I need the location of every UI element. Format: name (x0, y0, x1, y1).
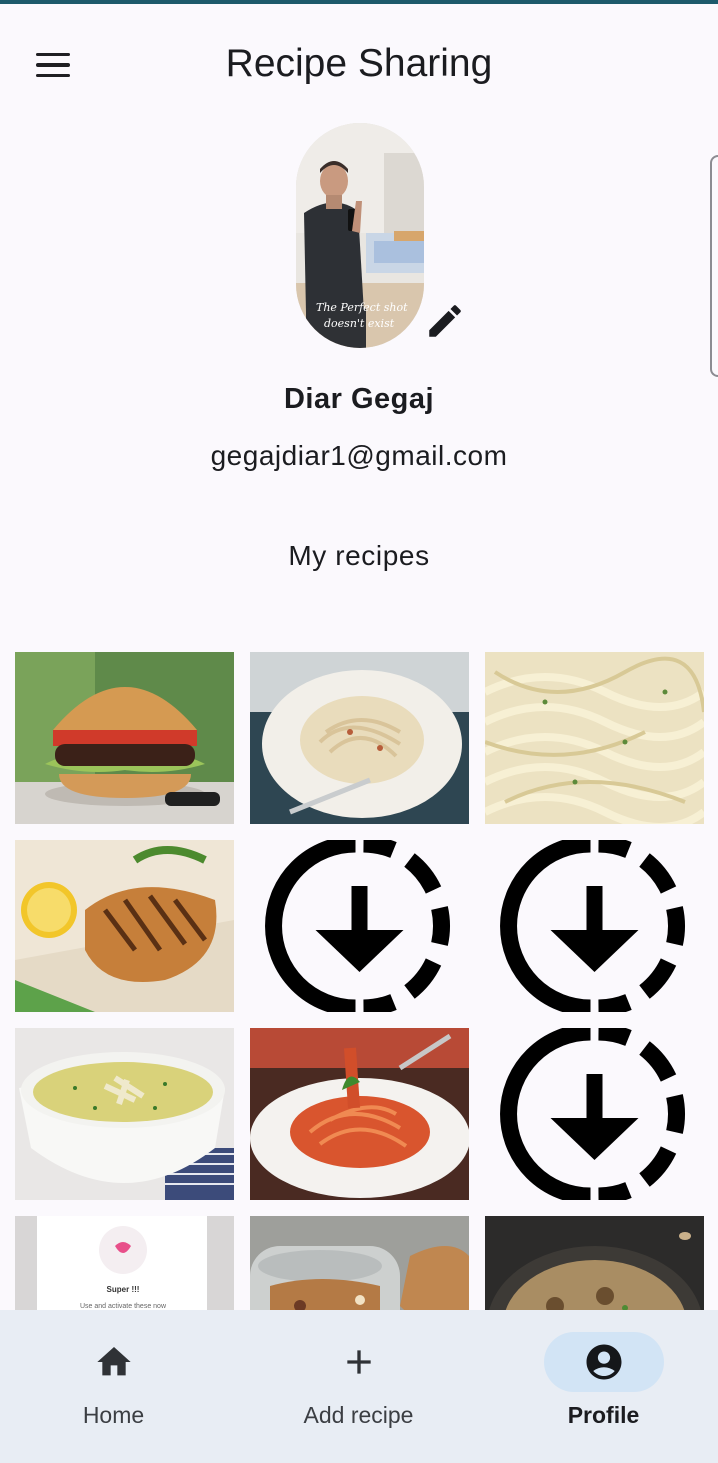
recipe-tile-spaghetti-tomato[interactable] (250, 1028, 469, 1200)
profile-avatar-container: The Perfect shot doesn't exist (296, 123, 424, 348)
recipe-tile-burger[interactable] (15, 652, 234, 824)
account-circle-icon (586, 1344, 621, 1380)
recipe-tile-download-placeholder[interactable] (485, 840, 704, 1012)
recipe-tile-app-screenshot[interactable]: Super !!! Use and activate these now (15, 1216, 234, 1310)
preview-body-text: Use and activate these now (80, 1303, 167, 1310)
nav-item-add-recipe[interactable]: Add recipe (239, 1310, 478, 1463)
preview-title-text: Super !!! (107, 1285, 140, 1294)
nav-label-profile: Profile (567, 1402, 640, 1428)
svg-text:The Perfect shot: The Perfect shot (316, 301, 408, 314)
recipe-tile-fettuccine-pan[interactable] (485, 652, 704, 824)
nav-item-home[interactable]: Home (0, 1310, 233, 1463)
recipe-grid: Super !!! Use and activate these now (15, 652, 705, 1310)
avatar: The Perfect shot doesn't exist (296, 123, 424, 348)
nav-label-add-recipe: Add recipe (303, 1402, 414, 1428)
nav-indicator (299, 1332, 419, 1392)
home-icon (96, 1347, 131, 1376)
my-recipes-heading: My recipes (288, 540, 430, 571)
profile-name: Diar Gegaj (283, 383, 435, 415)
edit-icon[interactable] (424, 300, 466, 342)
nav-item-profile[interactable]: Profile (484, 1310, 718, 1463)
bottom-navigation: Home Add recipe Profile (0, 1310, 718, 1463)
app-bar: Recipe Sharing (0, 4, 718, 124)
recipe-tile-granola-jar[interactable] (250, 1216, 469, 1310)
recipe-tile-soup-bowl[interactable] (15, 1028, 234, 1200)
recipe-tile-download-placeholder[interactable] (485, 1028, 704, 1200)
nav-indicator-active (543, 1332, 664, 1392)
nav-indicator (54, 1332, 174, 1392)
drawer-edge-handle[interactable] (710, 155, 718, 377)
recipe-tile-mushroom-risotto[interactable] (485, 1216, 704, 1310)
add-icon (346, 1350, 371, 1374)
recipe-tile-grilled-chicken[interactable] (15, 840, 234, 1012)
app-title: Recipe Sharing (225, 42, 493, 85)
nav-label-home: Home (82, 1402, 145, 1428)
profile-email: gegajdiar1@gmail.com (210, 440, 508, 471)
recipe-tile-pasta-plate[interactable] (250, 652, 469, 824)
svg-text:doesn't exist: doesn't exist (324, 317, 395, 330)
recipe-tile-download-placeholder[interactable] (250, 840, 469, 1012)
